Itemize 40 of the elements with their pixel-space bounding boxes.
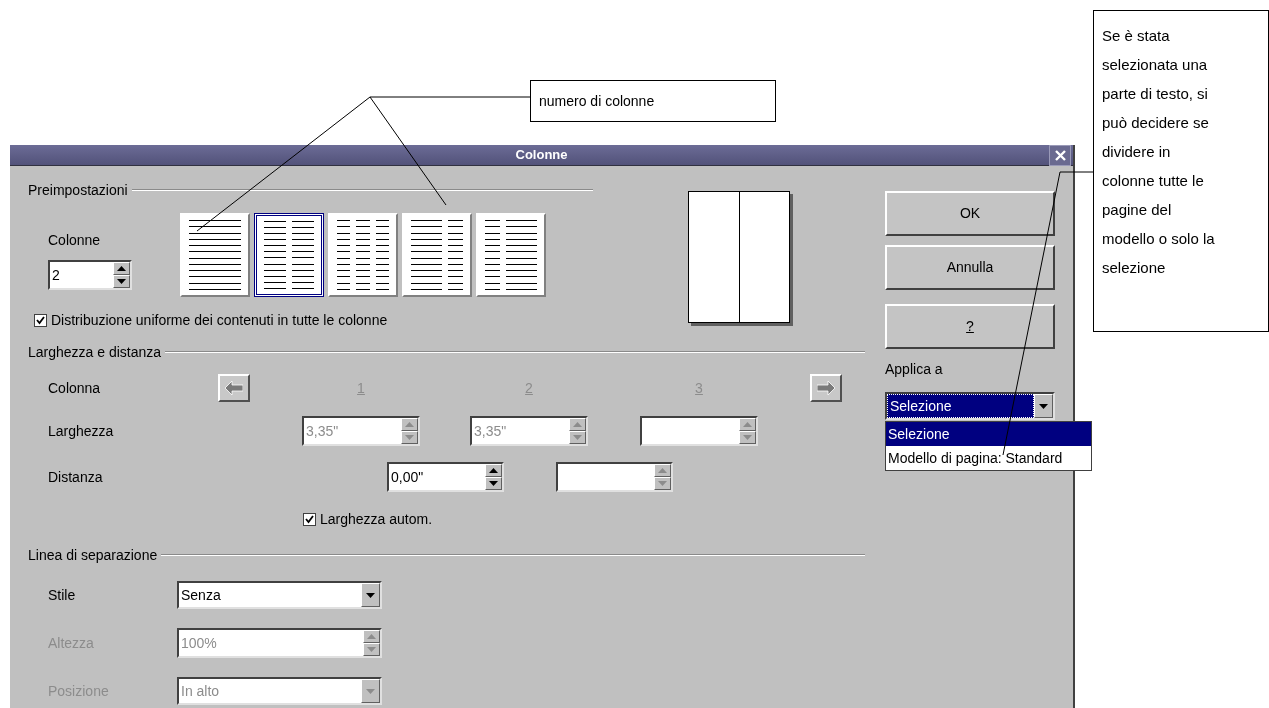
check-icon [305,514,314,524]
field-label: Larghezza [48,421,115,441]
column-layout-option[interactable] [254,213,324,297]
down-arrow-icon[interactable] [489,481,498,486]
checkbox[interactable] [34,313,47,327]
checkbox-label[interactable]: Distribuzione uniforme dei contenuti in tutte le colonne [51,309,388,331]
checkbox-label[interactable]: Larghezza autom. [320,508,433,530]
field-label: Distanza [48,467,104,487]
next-button[interactable] [810,374,842,402]
columns-spin-field[interactable]: 2 [48,260,132,290]
window-title: Colonne [515,146,568,165]
field-label: Colonne [48,231,102,250]
dropdown-option[interactable]: Selezione [886,422,1091,446]
apply-to-dropdown[interactable]: Selezione [885,392,1055,420]
spacing-spin-field[interactable]: 0,00" [387,462,504,492]
section-title: Linea di separazione [28,545,158,565]
dropdown-option[interactable]: Modello di pagina: Standard [886,446,1091,470]
field-label: Stile [48,585,77,605]
dialog-button[interactable]: ? [885,304,1055,349]
field-label: Colonna [48,378,102,398]
checkbox[interactable] [303,512,316,526]
down-arrow-icon[interactable] [366,592,375,598]
check-icon [36,315,45,325]
callout-text: numero di colonne [539,91,655,111]
right-arrow-icon [817,381,835,395]
previous-button[interactable] [218,374,250,402]
dialog-button[interactable]: OK [885,191,1055,236]
dropdown[interactable]: Senza [177,581,382,609]
dialog-button[interactable]: Annulla [885,245,1055,290]
callout-text: Se è stata selezionata una parte di testo, si può decidere se dividere in colonne tutte le pagine del modello o solo la selezione [1102,26,1216,278]
up-arrow-icon[interactable] [489,468,498,473]
section-title: Larghezza e distanza [28,342,162,362]
field-label: Applica a [885,360,944,379]
up-arrow-icon[interactable] [117,266,126,271]
close-button[interactable] [1049,145,1071,166]
down-arrow-icon[interactable] [1039,403,1048,409]
section-title: Preimpostazioni [28,180,128,200]
left-arrow-icon [225,381,243,395]
close-icon [1054,150,1066,161]
down-arrow-icon[interactable] [117,279,126,284]
